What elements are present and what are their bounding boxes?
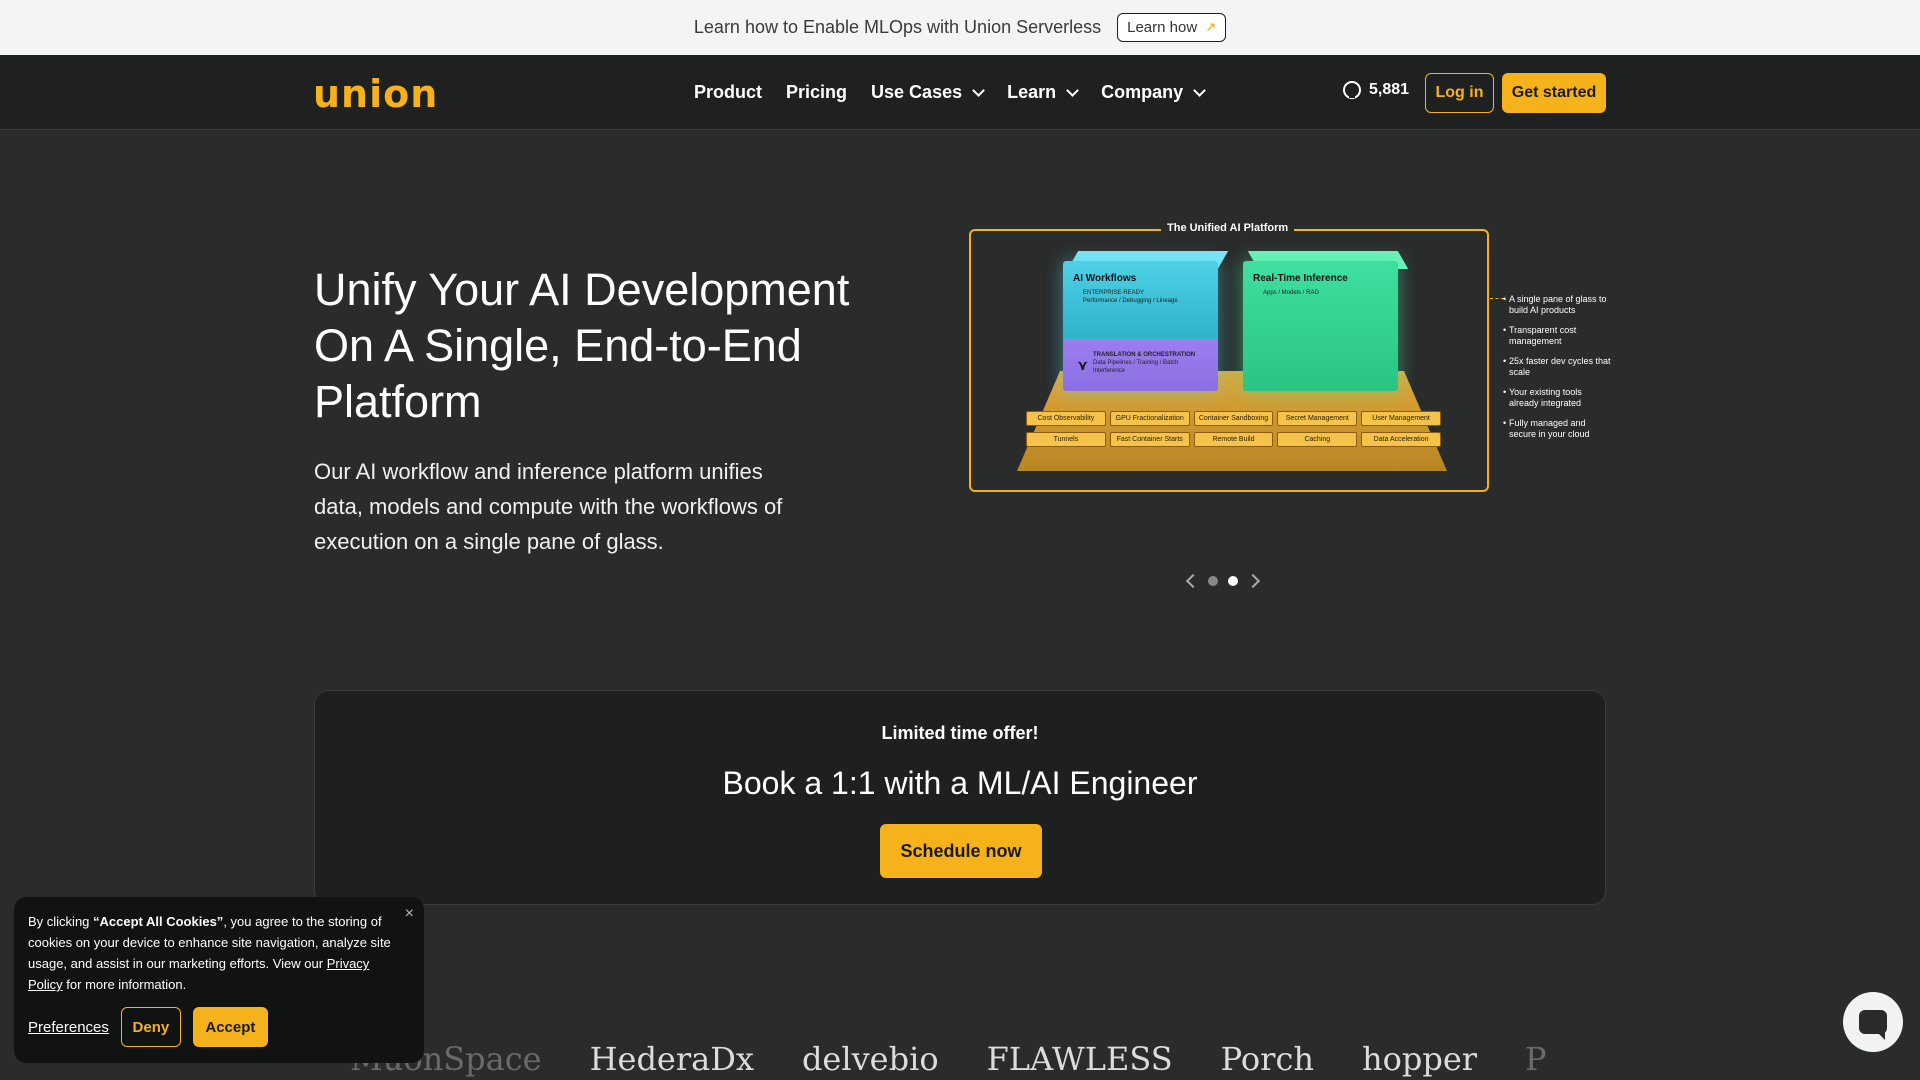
github-icon	[1343, 81, 1361, 99]
nav-pricing-label: Pricing	[786, 82, 848, 102]
cookie-banner: × By clicking “Accept All Cookies”, you …	[14, 897, 424, 1063]
nav-product-label: Product	[694, 82, 763, 102]
carousel-controls	[1185, 573, 1261, 589]
nav-pricing[interactable]: Pricing	[786, 82, 847, 103]
carousel-dot-2[interactable]	[1228, 576, 1238, 586]
github-stars-link[interactable]: 5,881	[1343, 81, 1409, 99]
client-logo-hopper: hopper	[1361, 1040, 1478, 1078]
feature-chip: Remote Build	[1193, 432, 1274, 447]
client-logo-hederadx: HederaDx	[589, 1040, 754, 1078]
learn-how-label: Learn how	[1127, 19, 1198, 36]
schedule-now-button[interactable]: Schedule now	[880, 824, 1042, 878]
login-button[interactable]: Log in	[1425, 73, 1494, 113]
client-logo-flawless: FLAWLESS	[986, 1040, 1173, 1078]
cookie-accept-button[interactable]: Accept	[192, 1007, 268, 1047]
diagram-frame: The Unified AI Platform AI Workflows ENT…	[969, 222, 1489, 492]
nav-product[interactable]: Product	[694, 82, 762, 103]
orchestration-label: TRANSLATION & ORCHESTRATION	[1093, 352, 1196, 358]
cookie-text-prefix: By clicking	[28, 914, 94, 929]
workflows-sub: ENTERPRISE-READY	[1083, 290, 1145, 296]
bullet-item: Transparent cost management	[1503, 325, 1613, 347]
hero-subtitle: Our AI workflow and inference platform u…	[314, 459, 783, 554]
orchestration-sub: Data Pipelines / Training / Batch Interf…	[1093, 360, 1179, 374]
platform-bullets: A single pane of glass to build AI produ…	[1503, 294, 1613, 449]
feature-chip: Container Sandboxing	[1193, 411, 1274, 426]
diagram-title: The Unified AI Platform	[1161, 222, 1295, 234]
cookie-actions: Preferences Deny Accept	[28, 1007, 268, 1047]
workflows-sub2: Performance / Debugging / Lineage	[1083, 298, 1178, 304]
platform-diagram: The Unified AI Platform AI Workflows ENT…	[966, 222, 1613, 496]
client-logo-delvebio: delvebio	[801, 1040, 939, 1078]
offer-title: Book a 1:1 with a ML/AI Engineer	[722, 765, 1198, 801]
client-logo-porch: Porch	[1220, 1040, 1314, 1078]
orchestration-icon: ⋎	[1077, 357, 1089, 373]
chat-widget-button[interactable]	[1843, 992, 1903, 1052]
bullet-item: Fully managed and secure in your cloud	[1503, 418, 1613, 440]
inference-label: Real-Time Inference	[1253, 273, 1348, 284]
nav-use-cases-label: Use Cases	[871, 82, 963, 102]
bullet-item: Your existing tools already integrated	[1503, 387, 1613, 409]
github-stars-count: 5,881	[1369, 81, 1410, 98]
nav-company[interactable]: Company	[1101, 82, 1207, 103]
feature-chip: GPU Fractionalization	[1109, 411, 1190, 426]
chevron-right-icon[interactable]	[1245, 573, 1261, 589]
inference-sub: Apps / Models / RAG	[1263, 290, 1320, 296]
offer-kicker: Limited time offer!	[881, 723, 1039, 743]
cookie-deny-button[interactable]: Deny	[120, 1007, 181, 1047]
chat-icon	[1859, 1010, 1887, 1040]
cookie-text-suffix: for more information.	[62, 977, 187, 992]
chevron-down-icon	[1066, 83, 1080, 97]
client-logos: MuonSpace HederaDx delvebio FLAWLESS Por…	[350, 1040, 1547, 1080]
bullet-item: 25x faster dev cycles that scale	[1503, 356, 1613, 378]
navbar: union Product Pricing Use Cases Learn Co…	[0, 55, 1920, 130]
cookie-preferences-link[interactable]: Preferences	[28, 1019, 109, 1036]
chevron-down-icon	[1193, 83, 1207, 97]
feature-chip: Tunnels	[1026, 432, 1106, 447]
get-started-button[interactable]: Get started	[1502, 73, 1606, 113]
offer-card: Limited time offer! Book a 1:1 with a ML…	[314, 690, 1606, 905]
feature-chip: Caching	[1277, 432, 1358, 447]
hero-title: Unify Your AI Development On A Single, E…	[314, 264, 850, 427]
cookie-text: By clicking “Accept All Cookies”, you ag…	[28, 911, 398, 995]
cookie-text-bold: “Accept All Cookies”	[93, 914, 224, 929]
nav-learn-label: Learn	[1007, 82, 1057, 102]
nav-links: Product Pricing Use Cases Learn Company	[694, 55, 1207, 130]
announcement-text: Learn how to Enable MLOps with Union Ser…	[693, 17, 1102, 37]
arrow-up-right-icon: ↗	[1205, 19, 1217, 35]
chevron-down-icon	[972, 83, 985, 97]
feature-chip: Secret Management	[1277, 411, 1358, 426]
feature-chip: Data Acceleration	[1361, 432, 1441, 447]
carousel-dot-1[interactable]	[1208, 576, 1218, 586]
nav-company-label: Company	[1101, 82, 1184, 102]
feature-chip: Fast Container Starts	[1109, 432, 1190, 447]
client-logo-partial: P	[1525, 1040, 1547, 1078]
announcement-bar: Learn how to Enable MLOps with Union Ser…	[0, 0, 1920, 55]
bullet-item: A single pane of glass to build AI produ…	[1503, 294, 1613, 316]
chevron-left-icon[interactable]	[1185, 573, 1201, 589]
feature-chip: Cost Observability	[1026, 411, 1106, 426]
nav-use-cases[interactable]: Use Cases	[871, 82, 985, 103]
close-icon[interactable]: ×	[405, 905, 414, 923]
feature-chip-grid: Cost Observability GPU Fractionalization…	[1026, 411, 1441, 447]
feature-chip: User Management	[1361, 411, 1441, 426]
union-logo[interactable]: union	[313, 72, 438, 116]
workflows-label: AI Workflows	[1073, 273, 1137, 284]
learn-how-button[interactable]: Learn how ↗	[1117, 13, 1227, 42]
bullet-connector-line	[1490, 298, 1504, 299]
nav-learn[interactable]: Learn	[1007, 82, 1080, 103]
